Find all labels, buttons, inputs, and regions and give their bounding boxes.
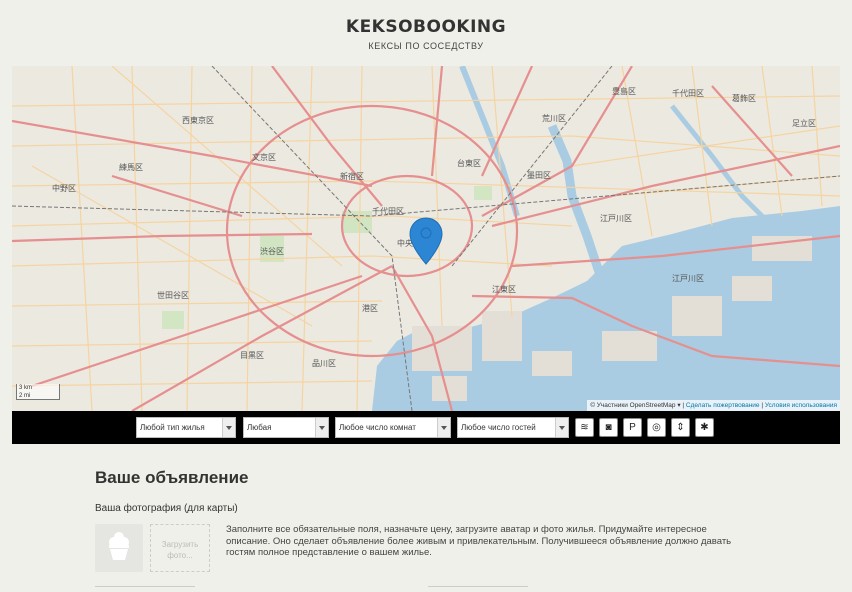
- district-label: 台東区: [457, 158, 481, 168]
- photo-label: Ваша фотография (для карты): [95, 503, 238, 514]
- chevron-down-icon: [437, 418, 450, 437]
- map-attribution: © Участники OpenStreetMap ▾ | Сделать по…: [587, 400, 840, 411]
- chevron-down-icon: [315, 418, 328, 437]
- district-label: 品川区: [312, 359, 336, 368]
- site-tagline: КЕКСЫ ПО СОСЕДСТВУ: [368, 41, 484, 51]
- terms-link[interactable]: Условия использования: [765, 402, 837, 409]
- parking-icon[interactable]: P: [623, 418, 642, 437]
- avatar-preview: [95, 524, 143, 572]
- district-label: 港区: [362, 303, 378, 313]
- form-title: Ваше объявление: [95, 468, 249, 487]
- district-label: 目黒区: [240, 351, 264, 360]
- map-tiles[interactable]: 西東京区豊島区 千代田区練馬区文京区台東区中野区新宿区 墨田区千代田区江戸川区渋谷区…: [12, 66, 840, 411]
- district-label: 江東区: [492, 284, 516, 294]
- muffin-icon: [109, 532, 129, 560]
- price-select[interactable]: Любая: [243, 417, 329, 438]
- housing-type-select[interactable]: Любой тип жилья: [136, 417, 236, 438]
- district-label: 足立区: [792, 118, 816, 128]
- conditioner-icon[interactable]: ✱: [695, 418, 714, 437]
- district-label: 中野区: [52, 183, 76, 193]
- site-logo[interactable]: KEKSOBOOKING: [0, 17, 852, 37]
- dishwasher-icon[interactable]: ◙: [599, 418, 618, 437]
- guests-select[interactable]: Любое число гостей: [457, 417, 569, 438]
- rooms-select[interactable]: Любое число комнат: [335, 417, 451, 438]
- map-scale: 3 km 2 mi: [16, 384, 60, 400]
- district-label: 葛飾区: [732, 93, 756, 103]
- map[interactable]: 西東京区 豊島区 千代田区 練馬区 文京区 台東区 中野区 新宿区 墨田区 千代田区 江戸川区 渋谷区…: [12, 66, 840, 411]
- donate-link[interactable]: Сделать пожертвование: [686, 402, 760, 409]
- district-label: 江戸川区: [672, 274, 704, 283]
- district-label: 練馬区: [119, 162, 143, 172]
- district-label: 豊島区: [612, 86, 636, 96]
- field-divider: [428, 586, 528, 592]
- district-label: 渋谷区: [260, 246, 284, 256]
- district-label: 西東京区: [182, 115, 214, 125]
- washer-icon[interactable]: ◎: [647, 418, 666, 437]
- elevator-icon[interactable]: ⇕: [671, 418, 690, 437]
- district-label: 文京区: [252, 152, 276, 162]
- district-label: 世田谷区: [157, 290, 189, 300]
- district-label: 千代田区: [372, 206, 404, 216]
- map-filters: Любой тип жилья Любая Любое число комнат…: [12, 411, 840, 444]
- district-label: 千代田区: [672, 88, 704, 98]
- district-label: 江戸川区: [600, 214, 632, 223]
- district-label: 荒川区: [542, 113, 566, 123]
- upload-photo-dropzone[interactable]: Загрузить фото...: [150, 524, 210, 572]
- field-divider: [95, 586, 195, 592]
- district-label: 墨田区: [527, 171, 551, 180]
- district-label: 新宿区: [340, 171, 364, 181]
- wifi-icon[interactable]: ≋: [575, 418, 594, 437]
- chevron-down-icon: [555, 418, 568, 437]
- form-hint: Заполните все обязательные поля, назначь…: [226, 524, 732, 558]
- page-header: KEKSOBOOKING КЕКСЫ ПО СОСЕДСТВУ: [0, 0, 852, 66]
- chevron-down-icon: [222, 418, 235, 437]
